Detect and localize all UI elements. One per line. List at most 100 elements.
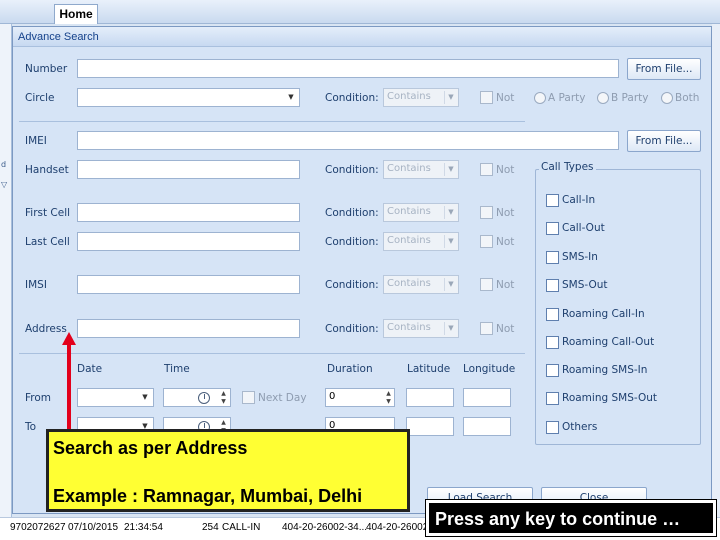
chevron-down-icon[interactable]: ▼ bbox=[283, 89, 299, 106]
last-cell-label: Last Cell bbox=[25, 236, 70, 248]
last-cell-condition-select[interactable]: Contains ▼ bbox=[383, 232, 459, 251]
call-types-title: Call Types bbox=[539, 161, 596, 173]
roaming-sms-in-checkbox[interactable] bbox=[546, 364, 559, 377]
address-label: Address bbox=[25, 323, 67, 335]
right-panel bbox=[712, 24, 720, 540]
first-cell-not-checkbox[interactable] bbox=[480, 206, 493, 219]
circle-condition-select[interactable]: Contains ▼ bbox=[383, 88, 459, 107]
both-radio[interactable] bbox=[661, 92, 673, 104]
roaming-call-in-label: Roaming Call-In bbox=[562, 308, 645, 320]
callout-line-2: Example : Ramnagar, Mumbai, Delhi bbox=[53, 486, 363, 506]
latitude-from-input[interactable] bbox=[406, 388, 454, 407]
roaming-sms-out-checkbox[interactable] bbox=[546, 392, 559, 405]
condition-value: Contains bbox=[387, 91, 431, 102]
not-label: Not bbox=[496, 279, 515, 291]
first-cell-input[interactable] bbox=[77, 203, 300, 222]
from-time-input[interactable]: ▲ ▼ bbox=[163, 388, 231, 407]
sms-out-checkbox[interactable] bbox=[546, 279, 559, 292]
cell-number: 9702072627 bbox=[10, 522, 66, 533]
chevron-down-icon[interactable]: ▼ bbox=[444, 278, 457, 291]
time-header: Time bbox=[164, 363, 190, 375]
chevron-down-icon[interactable]: ▼ bbox=[444, 206, 457, 219]
longitude-header: Longitude bbox=[463, 363, 516, 375]
from-label: From bbox=[25, 392, 52, 404]
last-cell-condition-label: Condition: bbox=[325, 236, 379, 248]
chevron-down-icon[interactable]: ▼ bbox=[444, 163, 457, 176]
last-cell-not-checkbox[interactable] bbox=[480, 235, 493, 248]
not-label: Not bbox=[496, 92, 515, 104]
condition-value: Contains bbox=[387, 163, 431, 174]
others-label: Others bbox=[562, 421, 598, 433]
call-out-label: Call-Out bbox=[562, 222, 605, 234]
left-panel-glyph: d bbox=[1, 160, 7, 169]
first-cell-condition-label: Condition: bbox=[325, 207, 379, 219]
handset-input[interactable] bbox=[77, 160, 300, 179]
imsi-label: IMSI bbox=[25, 279, 47, 291]
cell-duration: 254 bbox=[202, 522, 219, 533]
condition-value: Contains bbox=[387, 278, 431, 289]
from-date-picker[interactable]: ▼ bbox=[77, 388, 154, 407]
roaming-call-out-label: Roaming Call-Out bbox=[562, 336, 655, 348]
circle-label: Circle bbox=[25, 92, 55, 104]
cell-time: 21:34:54 bbox=[124, 522, 163, 533]
circle-not-checkbox[interactable] bbox=[480, 91, 493, 104]
imei-from-file-button[interactable]: From File... bbox=[627, 130, 701, 152]
circle-select[interactable]: ▼ bbox=[77, 88, 300, 107]
tab-home[interactable]: Home bbox=[54, 4, 98, 24]
longitude-from-input[interactable] bbox=[463, 388, 511, 407]
callout-pointer bbox=[67, 344, 71, 430]
address-condition-label: Condition: bbox=[325, 323, 379, 335]
first-cell-label: First Cell bbox=[25, 207, 71, 219]
spin-icon[interactable]: ▲▼ bbox=[384, 390, 393, 406]
spin-icon[interactable]: ▲▼ bbox=[219, 390, 228, 406]
chevron-down-icon[interactable]: ▼ bbox=[444, 235, 457, 248]
imsi-input[interactable] bbox=[77, 275, 300, 294]
imsi-condition-select[interactable]: Contains ▼ bbox=[383, 275, 459, 294]
latitude-to-input[interactable] bbox=[406, 417, 454, 436]
chevron-down-icon[interactable]: ▼ bbox=[444, 322, 457, 335]
a-party-radio[interactable] bbox=[534, 92, 546, 104]
number-from-file-button[interactable]: From File... bbox=[627, 58, 701, 80]
cell-call-type: CALL-IN bbox=[222, 522, 261, 533]
last-cell-input[interactable] bbox=[77, 232, 300, 251]
roaming-call-in-checkbox[interactable] bbox=[546, 308, 559, 321]
imsi-not-checkbox[interactable] bbox=[480, 278, 493, 291]
filter-icon[interactable]: ▽ bbox=[1, 180, 7, 189]
sms-in-checkbox[interactable] bbox=[546, 251, 559, 264]
imei-input[interactable] bbox=[77, 131, 619, 150]
not-label: Not bbox=[496, 236, 515, 248]
call-in-checkbox[interactable] bbox=[546, 194, 559, 207]
duration-from-input[interactable]: 0 ▲ ▼ bbox=[325, 388, 395, 407]
chevron-down-icon[interactable]: ▼ bbox=[137, 389, 153, 406]
roaming-call-out-checkbox[interactable] bbox=[546, 336, 559, 349]
not-label: Not bbox=[496, 207, 515, 219]
address-input[interactable] bbox=[77, 319, 300, 338]
condition-value: Contains bbox=[387, 206, 431, 217]
press-key-text: Press any key to continue … bbox=[435, 509, 681, 529]
divider bbox=[19, 121, 525, 122]
cell-first-cell: 404-20-26002-34... bbox=[282, 522, 368, 533]
address-not-checkbox[interactable] bbox=[480, 322, 493, 335]
next-day-label: Next Day bbox=[258, 392, 307, 404]
callout-line-1: Search as per Address bbox=[53, 438, 248, 458]
b-party-label: B Party bbox=[611, 92, 649, 104]
next-day-checkbox[interactable] bbox=[242, 391, 255, 404]
longitude-to-input[interactable] bbox=[463, 417, 511, 436]
cell-date: 07/10/2015 bbox=[68, 522, 119, 533]
call-out-checkbox[interactable] bbox=[546, 222, 559, 235]
handset-label: Handset bbox=[25, 164, 69, 176]
handset-not-checkbox[interactable] bbox=[480, 163, 493, 176]
handset-condition-select[interactable]: Contains ▼ bbox=[383, 160, 459, 179]
chevron-down-icon[interactable]: ▼ bbox=[444, 91, 457, 104]
address-condition-select[interactable]: Contains ▼ bbox=[383, 319, 459, 338]
clock-icon bbox=[198, 392, 210, 404]
press-key-banner[interactable]: Press any key to continue … bbox=[425, 499, 717, 537]
cell-last-cell: 404-20-26002 bbox=[366, 522, 429, 533]
first-cell-condition-select[interactable]: Contains ▼ bbox=[383, 203, 459, 222]
number-input[interactable] bbox=[77, 59, 619, 78]
imei-label: IMEI bbox=[25, 135, 47, 147]
handset-condition-label: Condition: bbox=[325, 164, 379, 176]
others-checkbox[interactable] bbox=[546, 421, 559, 434]
a-party-label: A Party bbox=[548, 92, 586, 104]
b-party-radio[interactable] bbox=[597, 92, 609, 104]
